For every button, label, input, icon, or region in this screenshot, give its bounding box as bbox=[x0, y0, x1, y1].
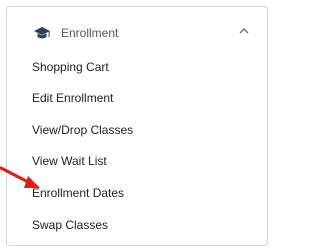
enrollment-menu-panel: Enrollment Shopping Cart Edit Enrollment… bbox=[6, 6, 268, 246]
enrollment-header-label: Enrollment bbox=[61, 26, 119, 40]
chevron-up-icon[interactable] bbox=[239, 27, 249, 35]
menu-item-swap-classes[interactable]: Swap Classes bbox=[32, 218, 108, 232]
menu-item-edit-enrollment[interactable]: Edit Enrollment bbox=[32, 91, 113, 105]
enrollment-section-header[interactable]: Enrollment bbox=[7, 7, 267, 53]
red-arrow-icon bbox=[0, 166, 40, 188]
menu-item-enrollment-dates[interactable]: Enrollment Dates bbox=[32, 186, 124, 200]
graduation-cap-icon bbox=[34, 27, 50, 39]
menu-item-view-drop-classes[interactable]: View/Drop Classes bbox=[32, 123, 133, 137]
menu-item-shopping-cart[interactable]: Shopping Cart bbox=[32, 60, 109, 74]
